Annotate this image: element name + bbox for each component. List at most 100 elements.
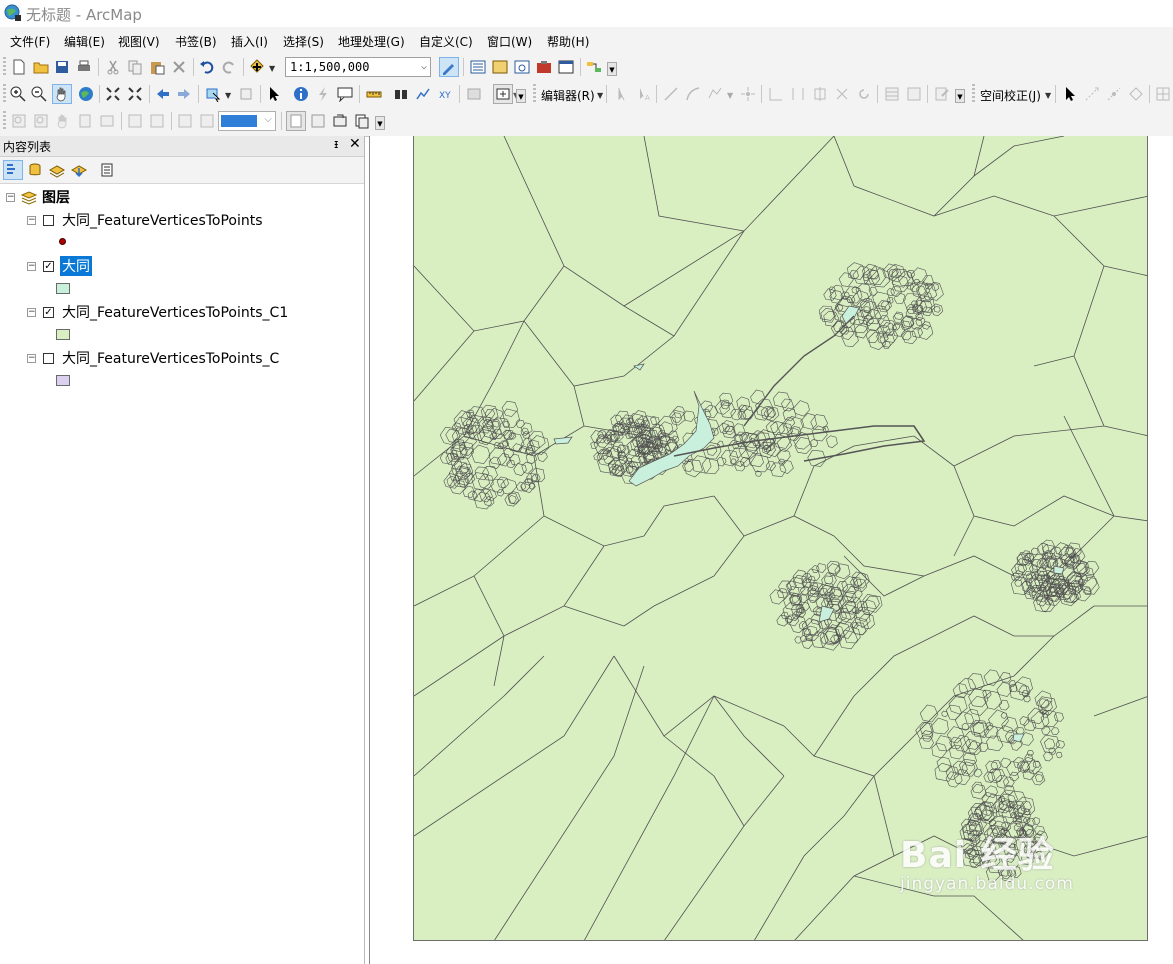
editor-toolbar-icon[interactable] [439, 57, 459, 77]
select-dropdown-icon[interactable]: ▼ [225, 91, 231, 100]
map-scale-combobox[interactable]: 1:1,500,000 ⌵ [285, 57, 431, 77]
select-features-icon[interactable] [203, 84, 223, 104]
cut-polygons-icon[interactable] [810, 84, 830, 104]
polygon-symbol[interactable] [56, 283, 70, 294]
menu-help[interactable]: 帮助(H) [547, 33, 589, 50]
add-data-dropdown-icon[interactable]: ▼ [269, 64, 275, 73]
attributes-icon[interactable] [882, 84, 902, 104]
back-arrow-icon[interactable] [153, 84, 173, 104]
pin-icon[interactable]: ᵻ [334, 137, 338, 151]
find-binoculars-icon[interactable] [391, 84, 411, 104]
edit-vertices-icon[interactable] [766, 84, 786, 104]
menu-insert[interactable]: 插入(I) [231, 33, 268, 50]
html-popup-icon[interactable] [335, 84, 355, 104]
layout-pan-icon[interactable] [53, 111, 73, 131]
layer-name[interactable]: 大同 [60, 256, 92, 276]
layout-zoom-in-icon[interactable] [9, 111, 29, 131]
catalog-window-icon[interactable] [490, 57, 510, 77]
editor-dropdown-icon[interactable]: ▼ [597, 91, 603, 100]
layer-name[interactable]: 大同_FeatureVerticesToPoints_C [62, 348, 279, 368]
redo-icon[interactable] [219, 57, 239, 77]
modelbuilder-icon[interactable] [584, 57, 604, 77]
forward-arrow-icon[interactable] [174, 84, 194, 104]
layout-zoom-out-icon[interactable] [31, 111, 51, 131]
find-route-icon[interactable] [413, 84, 433, 104]
arctoolbox-icon[interactable] [534, 57, 554, 77]
select-elements-arrow-icon[interactable] [1060, 84, 1080, 104]
collapse-layer-icon[interactable]: − [27, 262, 36, 271]
save-icon[interactable] [52, 57, 72, 77]
zoom-out-icon[interactable] [29, 84, 49, 104]
polygon-symbol[interactable] [56, 375, 70, 386]
toolbar-overflow-button[interactable]: ▼ [375, 116, 385, 130]
toolbar-overflow-button[interactable]: ▼ [607, 62, 617, 76]
layer-visibility-checkbox[interactable] [43, 353, 54, 364]
layer-name[interactable]: 大同_FeatureVerticesToPoints [62, 210, 263, 230]
go-to-xy-icon[interactable]: XY [435, 84, 455, 104]
map-data-frame[interactable] [413, 136, 1148, 941]
focus-data-frame-icon[interactable] [308, 111, 328, 131]
toolbar-overflow-button[interactable]: ▼ [516, 89, 526, 103]
list-by-drawing-order-icon[interactable] [3, 160, 23, 180]
toolbar-grip[interactable] [3, 111, 6, 131]
layer-visibility-checkbox[interactable]: ✓ [43, 307, 54, 318]
data-driven-pages-icon[interactable] [352, 111, 372, 131]
menu-customize[interactable]: 自定义(C) [419, 33, 473, 50]
select-elements-arrow-icon[interactable] [264, 84, 284, 104]
collapse-layer-icon[interactable]: − [27, 216, 36, 225]
menu-file[interactable]: 文件(F) [10, 33, 50, 50]
trace-icon[interactable] [705, 84, 725, 104]
spatial-adjustment-dropdown-icon[interactable]: ▼ [1045, 91, 1051, 100]
point-tool-icon[interactable] [738, 84, 758, 104]
fixed-zoom-in-icon[interactable] [103, 84, 123, 104]
add-data-icon[interactable] [247, 57, 267, 77]
data-frame-label[interactable]: 图层 [42, 187, 70, 207]
toc-window-icon[interactable] [468, 57, 488, 77]
toolbar-grip[interactable] [972, 84, 975, 104]
search-window-icon[interactable] [512, 57, 532, 77]
create-features-icon[interactable] [932, 84, 952, 104]
zoom-in-icon[interactable] [8, 84, 28, 104]
pan-hand-icon[interactable] [52, 84, 72, 104]
layer-name[interactable]: 大同_FeatureVerticesToPoints_C1 [62, 302, 288, 322]
identify-icon[interactable] [291, 84, 311, 104]
print-icon[interactable] [74, 57, 94, 77]
multi-displacement-icon[interactable] [1126, 84, 1146, 104]
toolbar-grip[interactable] [533, 84, 536, 104]
delete-icon[interactable] [169, 57, 189, 77]
split-tool-icon[interactable] [832, 84, 852, 104]
change-layout-icon[interactable] [330, 111, 350, 131]
time-slider-icon[interactable] [464, 84, 484, 104]
cut-icon[interactable] [103, 57, 123, 77]
new-document-icon[interactable] [9, 57, 29, 77]
paste-icon[interactable] [147, 57, 167, 77]
sketch-properties-icon[interactable] [904, 84, 924, 104]
go-back-extent-icon[interactable] [175, 111, 195, 131]
close-icon[interactable]: ✕ [349, 136, 361, 152]
end-point-arc-icon[interactable] [683, 84, 703, 104]
menu-geoprocessing[interactable]: 地理处理(G) [338, 33, 405, 50]
full-extent-globe-icon[interactable] [76, 84, 96, 104]
new-displacement-link-icon[interactable] [1082, 84, 1102, 104]
clear-selection-icon[interactable] [236, 84, 256, 104]
collapse-layer-icon[interactable]: − [27, 354, 36, 363]
reshape-feature-icon[interactable] [788, 84, 808, 104]
fixed-zoom-in-page-icon[interactable] [125, 111, 145, 131]
menu-view[interactable]: 视图(V) [118, 33, 160, 50]
menu-bookmarks[interactable]: 书签(B) [175, 33, 217, 50]
toolbar-overflow-button[interactable]: ▼ [955, 89, 965, 103]
view-link-table-icon[interactable] [1153, 84, 1173, 104]
collapse-layer-icon[interactable]: − [27, 308, 36, 317]
measure-icon[interactable] [364, 84, 384, 104]
modify-link-icon[interactable] [1104, 84, 1124, 104]
zoom-100-icon[interactable] [97, 111, 117, 131]
toolbar-grip[interactable] [3, 84, 6, 104]
zoom-percent-combobox[interactable]: ⌵ [218, 111, 276, 131]
menu-selection[interactable]: 选择(S) [283, 33, 324, 50]
copy-icon[interactable] [125, 57, 145, 77]
polygon-symbol[interactable] [56, 329, 70, 340]
layer-visibility-checkbox[interactable] [43, 215, 54, 226]
construction-dropdown-icon[interactable]: ▼ [727, 91, 733, 100]
collapse-root-icon[interactable]: − [6, 193, 15, 202]
map-view[interactable]: Bai 经验 jingyan.baidu.com [369, 136, 1173, 964]
